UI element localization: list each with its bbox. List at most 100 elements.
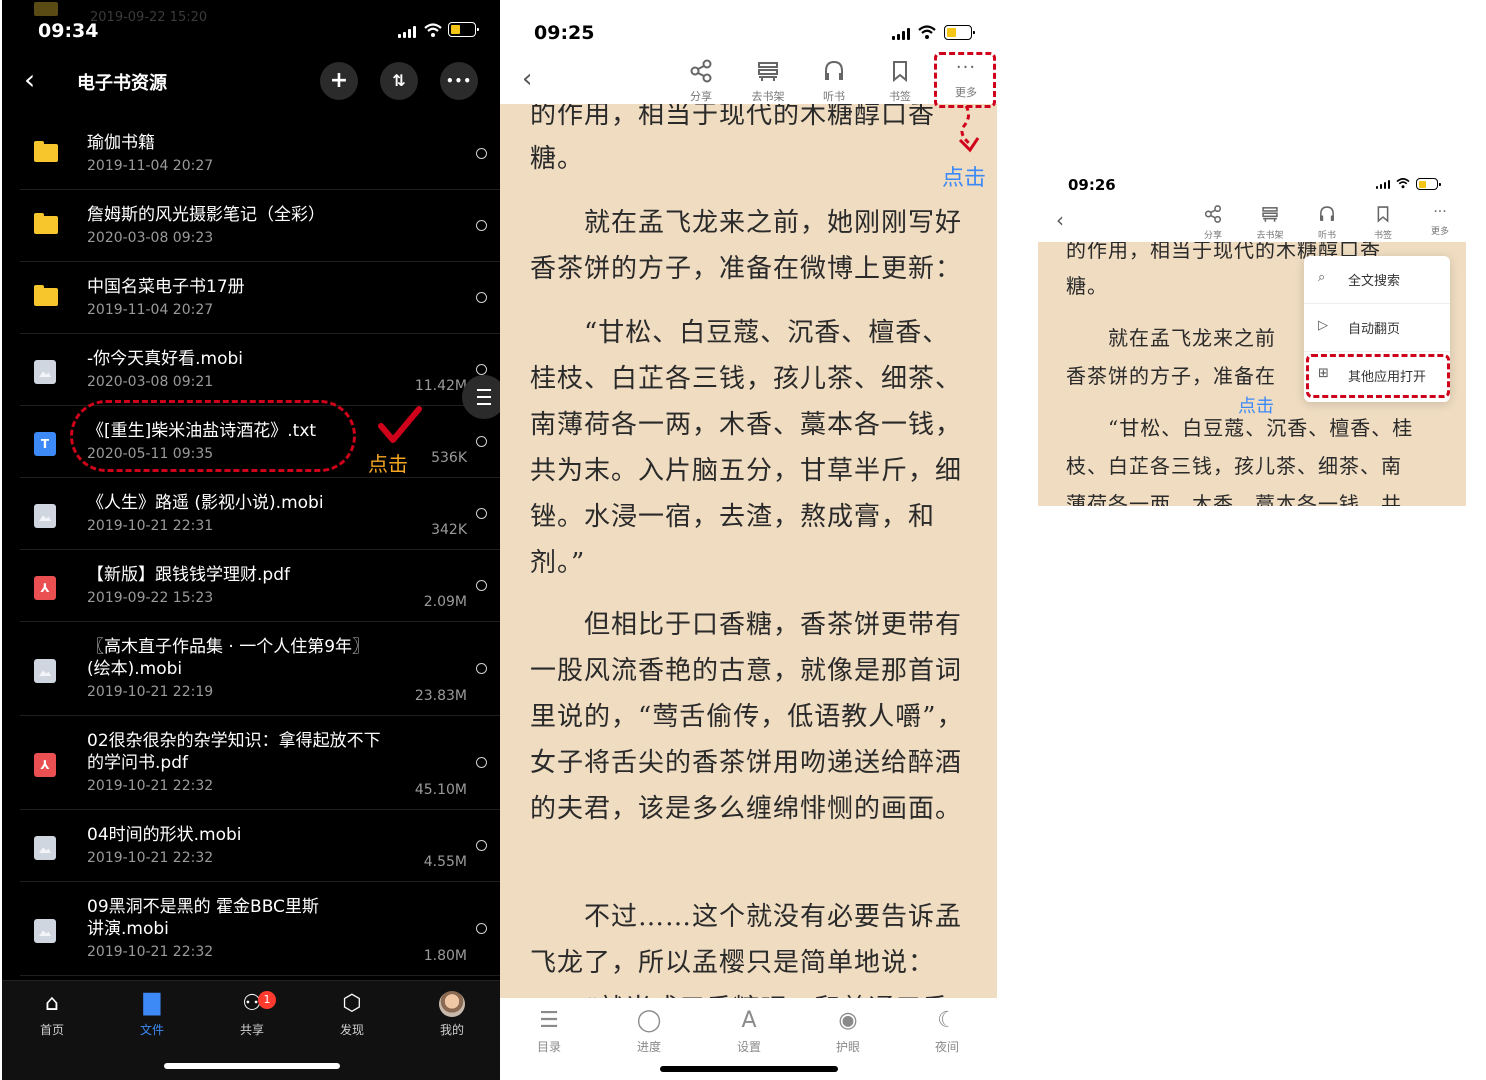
select-radio[interactable] xyxy=(476,580,487,591)
menu-item-auto-page[interactable]: ▷ 自动翻页 xyxy=(1304,304,1450,352)
file-row[interactable]: 《人生》路遥 (影视小说).mobi 2019-10-21 22:31 342K xyxy=(20,478,500,550)
folder-icon xyxy=(34,213,58,234)
tool-label: 分享 xyxy=(690,90,712,103)
select-radio[interactable] xyxy=(476,923,487,934)
home-icon: ⌂ xyxy=(45,991,59,1016)
listen-button[interactable]: 听书 xyxy=(1302,204,1352,241)
file-size: 45.10M xyxy=(414,782,467,798)
share-icon xyxy=(1204,205,1222,223)
file-size: 1.80M xyxy=(423,948,467,964)
tool-label: 去书架 xyxy=(1256,231,1284,241)
status-time: 09:26 xyxy=(1068,176,1116,194)
file-row[interactable]: 中国名菜电子书17册 2019-11-04 20:27 xyxy=(20,262,500,334)
tool-label: 听书 xyxy=(1317,231,1336,241)
bottom-label: 进度 xyxy=(636,1040,661,1054)
tab-discover[interactable]: ⬡ 发现 xyxy=(322,989,382,1038)
paragraph: “甘松、白豆蔻、沉香、檀香、桂枝、白芷各三钱，孩儿茶、细茶、南薄荷各一两，木香、… xyxy=(530,318,963,578)
share-button[interactable]: 分享 xyxy=(676,58,726,104)
headphones-icon xyxy=(825,60,843,80)
eye-icon: ◉ xyxy=(838,1008,858,1033)
tab-home[interactable]: ⌂ 首页 xyxy=(22,989,82,1038)
toc-button[interactable]: ☰ 目录 xyxy=(524,1008,574,1055)
select-radio[interactable] xyxy=(476,508,487,519)
tab-label: 文件 xyxy=(139,1023,164,1037)
file-name-line2: (绘本).mobi xyxy=(87,659,183,679)
annotation-click-label: 点击 xyxy=(942,166,987,191)
select-radio[interactable] xyxy=(476,757,487,768)
file-browser-screen: 2019-09-22 15:20 09:34 ‹ 电子书资源 + ⇅ ••• 瑜… xyxy=(2,0,500,1080)
file-size: 4.55M xyxy=(423,854,467,870)
select-radio[interactable] xyxy=(476,148,487,159)
menu-item-label: 自动翻页 xyxy=(1348,322,1401,337)
select-radio[interactable] xyxy=(476,840,487,851)
settings-button[interactable]: A 设置 xyxy=(724,1008,774,1055)
tab-share[interactable]: ⚇ 共享 1 xyxy=(222,989,282,1038)
file-size: 2.09M xyxy=(423,594,467,610)
doc-icon xyxy=(34,836,56,860)
file-date: 2019-11-04 20:27 xyxy=(87,302,214,318)
select-radio[interactable] xyxy=(476,364,487,375)
file-row[interactable]: 瑜伽书籍 2019-11-04 20:27 xyxy=(20,118,500,190)
add-button[interactable]: + xyxy=(320,62,358,100)
menu-handle-icon[interactable] xyxy=(462,375,500,419)
font-icon: A xyxy=(741,1008,757,1033)
battery-icon xyxy=(448,22,479,37)
bottom-label: 设置 xyxy=(736,1040,761,1054)
more-button[interactable]: ··· 更多 xyxy=(1415,204,1465,237)
checkmark-icon xyxy=(378,406,422,443)
file-date: 2019-10-21 22:32 xyxy=(87,944,214,960)
file-name: 09黑洞不是黑的 霍金BBC里斯 xyxy=(87,897,319,917)
back-button[interactable]: ‹ xyxy=(24,66,35,94)
file-date: 2019-09-22 15:23 xyxy=(87,590,214,606)
ghost-folder-icon xyxy=(34,2,58,16)
night-mode-button[interactable]: ☾ 夜间 xyxy=(922,1008,972,1055)
file-row[interactable]: -你今天真好看.mobi 2020-03-08 09:21 11.42M xyxy=(20,334,500,406)
file-name: 【新版】跟钱钱学理财.pdf xyxy=(87,565,290,585)
paragraph: 不过……这个就没有必要告诉孟飞龙了，所以孟樱只是简单地说： xyxy=(530,902,963,978)
file-row[interactable]: 〖高木直子作品集 · 一个人住第9年〗 (绘本).mobi 2019-10-21 2… xyxy=(20,622,500,716)
select-radio[interactable] xyxy=(476,663,487,674)
share-button[interactable]: 分享 xyxy=(1188,204,1238,241)
battery-icon xyxy=(1416,178,1441,190)
search-icon: ⌕ xyxy=(1318,270,1326,285)
avatar xyxy=(439,991,465,1017)
page-text-line: 枝、白芷各三钱，孩儿茶、细茶、南 xyxy=(1066,454,1402,478)
select-radio[interactable] xyxy=(476,436,487,447)
reader-menu-screen: 09:26 的作用，相当于现代的木糖醇口香 糖。 就在孟飞龙来之前 香茶饼的方子… xyxy=(1038,168,1466,506)
file-row[interactable]: 09黑洞不是黑的 霍金BBC里斯 讲演.mobi 2019-10-21 22:32 1… xyxy=(20,882,500,976)
go-shelf-button[interactable]: 去书架 xyxy=(743,58,793,104)
back-chevron-icon[interactable]: ‹ xyxy=(522,64,532,94)
reader-bottom-bar: ☰ 目录 ◯ 进度 A 设置 ◉ 护眼 ☾ 夜间 xyxy=(500,998,997,1080)
tab-files[interactable]: ▇ 文件 xyxy=(122,989,182,1038)
progress-button[interactable]: ◯ 进度 xyxy=(624,1008,674,1055)
back-chevron-icon[interactable]: ‹ xyxy=(1056,208,1064,232)
page-text-line: 薄荷各一两，木香、藁本各一钱，共 xyxy=(1066,492,1402,506)
tool-label: 听书 xyxy=(823,90,845,103)
reader-screen: 09:25 的作用，相当于现代的木糖醇口香 糖。 就在孟飞龙来之前，她刚刚写好香… xyxy=(500,0,997,1080)
play-icon: ▷ xyxy=(1318,318,1328,333)
select-radio[interactable] xyxy=(476,220,487,231)
file-row[interactable]: 04时间的形状.mobi 2019-10-21 22:32 4.55M xyxy=(20,810,500,882)
doc-icon xyxy=(34,360,56,384)
reading-page[interactable]: 的作用，相当于现代的木糖醇口香 糖。 就在孟飞龙来之前，她刚刚写好香茶饼的方子，… xyxy=(500,104,997,998)
txt-icon: T xyxy=(34,432,56,456)
more-button[interactable]: ••• xyxy=(440,62,478,100)
file-row[interactable]: ⅄ 02很杂很杂的杂学知识：拿得起放不下 的学问书.pdf 2019-10-21 22… xyxy=(20,716,500,810)
signal-icon xyxy=(892,28,910,40)
listen-button[interactable]: 听书 xyxy=(809,58,859,104)
eye-care-button[interactable]: ◉ 护眼 xyxy=(823,1008,873,1055)
doc-icon xyxy=(34,919,56,943)
bookmark-button[interactable]: 书签 xyxy=(1358,204,1408,241)
tool-label: 去书架 xyxy=(751,90,785,103)
annotation-click-label: 点击 xyxy=(1238,396,1274,417)
bookmark-button[interactable]: 书签 xyxy=(875,58,925,104)
tab-me[interactable]: 我的 xyxy=(422,989,482,1038)
select-radio[interactable] xyxy=(476,292,487,303)
sort-button[interactable]: ⇅ xyxy=(380,62,418,100)
file-row[interactable]: 詹姆斯的风光摄影笔记（全彩） 2020-03-08 09:23 xyxy=(20,190,500,262)
file-row[interactable]: ⅄ 【新版】跟钱钱学理财.pdf 2019-09-22 15:23 2.09M xyxy=(20,550,500,622)
file-size: 23.83M xyxy=(414,688,467,704)
go-shelf-button[interactable]: 去书架 xyxy=(1245,204,1295,241)
menu-item-full-text-search[interactable]: ⌕ 全文搜索 xyxy=(1304,256,1450,304)
progress-icon: ◯ xyxy=(636,1008,662,1033)
